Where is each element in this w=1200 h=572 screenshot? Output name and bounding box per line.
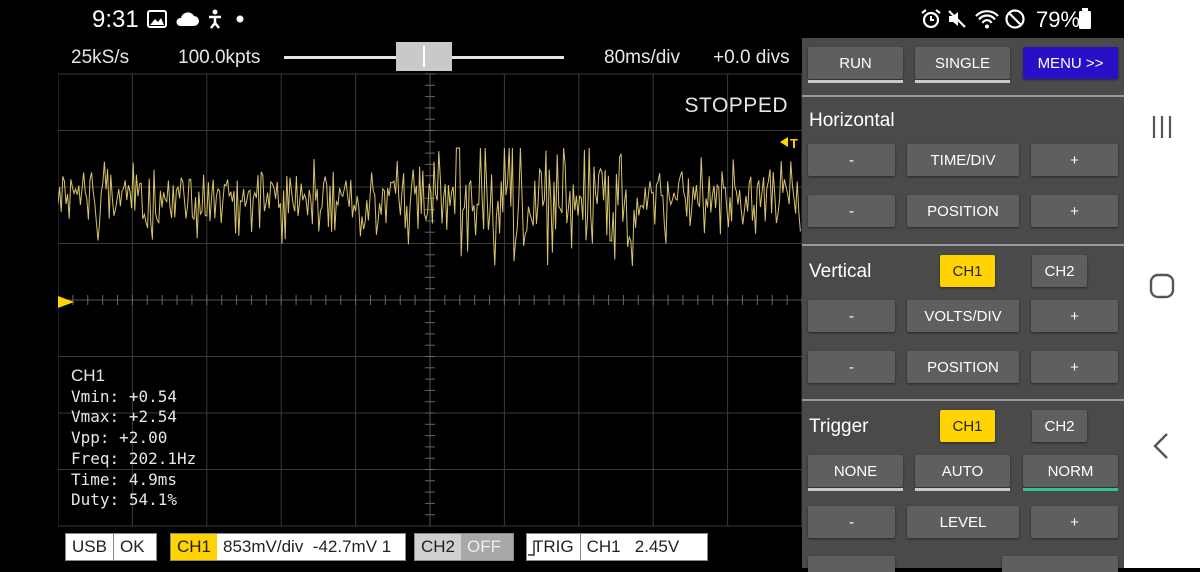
v-position-plus-button[interactable]: + [1031, 351, 1118, 383]
horizontal-title: Horizontal [809, 110, 895, 131]
freq-row: Freq: 202.1Hz [71, 448, 197, 468]
ch2-tag: CH2 [415, 534, 462, 560]
vertical-ch2-button[interactable]: CH2 [1032, 255, 1087, 287]
vpp-row: Vpp: +2.00 [71, 428, 168, 448]
mute-icon [948, 10, 966, 28]
alarm-icon [921, 9, 941, 29]
divider [802, 244, 1124, 246]
menu-button[interactable]: MENU >> [1023, 47, 1118, 79]
time-value: 4.9ms [128, 469, 177, 489]
trigger-title: Trigger [809, 416, 869, 437]
divider [802, 399, 1124, 401]
oscilloscope-display[interactable]: T 25kS/s 100.0kpts 80ms/div +0.0 divs ST… [58, 38, 802, 568]
time-div-plus-button[interactable]: + [1031, 144, 1118, 176]
time-row: Time: 4.9ms [71, 469, 177, 489]
duty-row: Duty: 54.1% [71, 490, 177, 510]
v-position-minus-button[interactable]: - [808, 351, 895, 383]
v-position-button[interactable]: POSITION [907, 351, 1019, 383]
trigger-status[interactable]: TRIG CH1 2.45V [526, 533, 708, 561]
wifi-icon [975, 10, 999, 29]
clock: 9:31 [92, 6, 139, 33]
recents-icon[interactable] [1151, 114, 1173, 140]
accessibility-icon [209, 9, 221, 29]
status-bar: 9:31 79% [58, 0, 1124, 38]
horizontal-offset: +0.0 divs [713, 47, 790, 68]
time-per-div: 80ms/div [604, 47, 681, 68]
trigger-auto-button[interactable]: AUTO [915, 455, 1010, 491]
volts-div-plus-button[interactable]: + [1031, 300, 1118, 332]
duty-value: 54.1% [128, 490, 177, 510]
cloud-icon [176, 12, 199, 26]
trigger-level-button[interactable]: LEVEL [907, 506, 1019, 538]
time-div-minus-button[interactable]: - [808, 144, 895, 176]
partial-button-left[interactable] [808, 556, 895, 572]
h-position-minus-button[interactable]: - [808, 195, 895, 227]
trigger-level-marker [780, 137, 788, 147]
single-button[interactable]: SINGLE [915, 47, 1010, 83]
partial-button-right[interactable] [1002, 556, 1118, 572]
gallery-icon [147, 10, 167, 28]
trigger-none-button[interactable]: NONE [808, 455, 903, 491]
trigger-level-minus-button[interactable]: - [808, 506, 895, 538]
ch1-waveform-trace [58, 147, 801, 267]
ch1-ground-marker [58, 296, 74, 308]
vertical-title: Vertical [809, 261, 872, 282]
vmax-row: Vmax: +2.54 [71, 407, 177, 427]
freq-value: 202.1Hz [128, 448, 197, 468]
battery-percentage: 79% [1036, 7, 1081, 32]
record-length: 100.0kpts [178, 47, 261, 68]
notification-dot-icon [236, 15, 244, 23]
volts-div-minus-button[interactable]: - [808, 300, 895, 332]
volts-div-button[interactable]: VOLTS/DIV [907, 300, 1019, 332]
sample-rate: 25kS/s [71, 47, 130, 68]
navigation-bar [1124, 0, 1200, 568]
trigger-marker-label: T [790, 136, 798, 151]
ch1-value: 853mV/div -42.7mV 1 [223, 537, 392, 556]
divider [802, 95, 1124, 97]
ch2-value: OFF [467, 537, 502, 556]
vpp-value: +2.00 [119, 428, 168, 448]
back-icon[interactable] [1152, 432, 1170, 460]
vmin-value: +0.54 [128, 386, 177, 406]
time-div-button[interactable]: TIME/DIV [907, 144, 1019, 176]
run-button[interactable]: RUN [808, 47, 903, 83]
measurements-panel: CH1 Vmin: +0.54 Vmax: +2.54 Vpp: +2.00 F… [71, 366, 196, 511]
trigger-level-plus-button[interactable]: + [1031, 506, 1118, 538]
rising-edge-icon [528, 541, 535, 556]
trig-value: CH1 2.45V [586, 537, 680, 556]
trigger-ch1-button[interactable]: CH1 [940, 410, 995, 442]
measurement-channel: CH1 [71, 366, 106, 385]
vmin-row: Vmin: +0.54 [71, 386, 177, 406]
vertical-ch1-button[interactable]: CH1 [940, 255, 995, 287]
usb-status: USB OK [65, 533, 157, 561]
usb-tag: USB [66, 534, 114, 560]
ch1-status[interactable]: CH1 853mV/div -42.7mV 1 [170, 533, 406, 561]
position-slider-handle[interactable] [396, 42, 452, 71]
trigger-norm-button[interactable]: NORM [1023, 455, 1118, 491]
acquisition-state: STOPPED [684, 94, 788, 117]
ch1-tag: CH1 [171, 534, 218, 560]
vmax-value: +2.54 [128, 407, 177, 427]
trigger-ch2-button[interactable]: CH2 [1032, 410, 1087, 442]
h-position-button[interactable]: POSITION [907, 195, 1019, 227]
usb-value: OK [119, 537, 145, 556]
ch2-status[interactable]: CH2 OFF [414, 533, 514, 561]
dnd-icon [1005, 9, 1025, 29]
home-icon[interactable] [1149, 273, 1175, 299]
battery-icon [1079, 8, 1091, 29]
control-panel: RUN SINGLE MENU >> Horizontal - TIME/DIV… [802, 38, 1124, 572]
h-position-plus-button[interactable]: + [1031, 195, 1118, 227]
